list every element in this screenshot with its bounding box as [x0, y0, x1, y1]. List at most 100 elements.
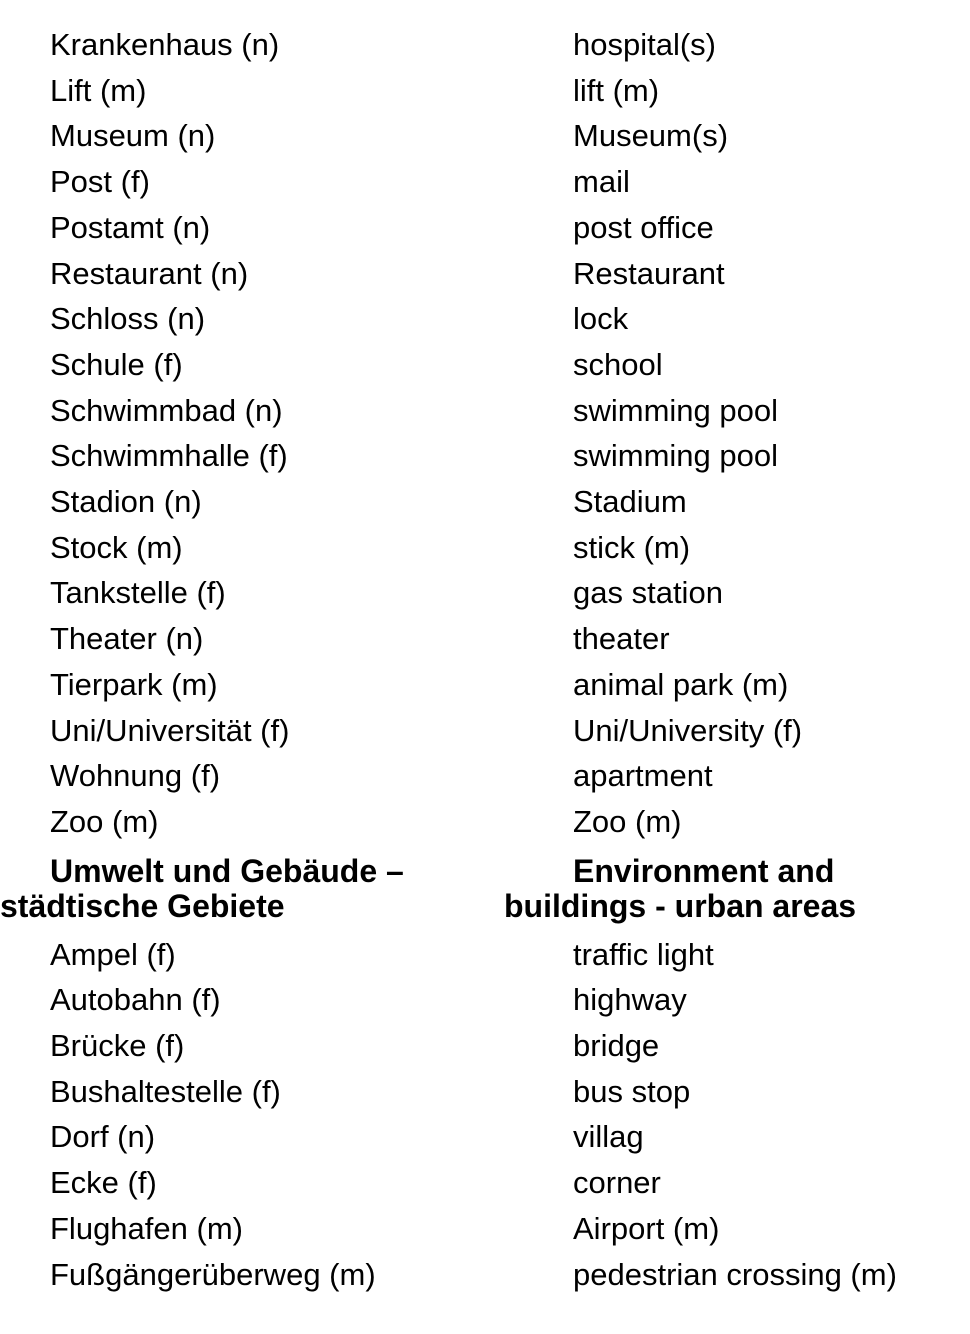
german-term: Theater (n) [50, 621, 204, 657]
english-cell: bus stop [504, 1069, 970, 1115]
german-cell: Schwimmbad (n) [0, 388, 504, 434]
vocabulary-row: Restaurant (n) Restaurant [0, 251, 970, 297]
vocabulary-row: Stadion (n) Stadium [0, 479, 970, 525]
vocabulary-row: Fußgängerüberweg (m) pedestrian crossing … [0, 1252, 970, 1298]
english-term: traffic light [573, 936, 714, 972]
english-term: animal park (m) [573, 666, 789, 702]
vocabulary-row: Schwimmbad (n) swimming pool [0, 388, 970, 434]
german-term: Dorf (n) [50, 1119, 156, 1155]
german-term: Tankstelle (f) [50, 575, 226, 611]
english-cell: highway [504, 977, 970, 1023]
german-cell: Dorf (n) [0, 1114, 504, 1160]
german-term: Brücke (f) [50, 1028, 185, 1064]
english-cell: Stadium [504, 479, 970, 525]
german-cell: Schloss (n) [0, 296, 504, 342]
german-term: Schwimmhalle (f) [50, 438, 288, 474]
german-cell: Krankenhaus (n) [0, 22, 504, 68]
english-term: Museum(s) [573, 118, 729, 154]
english-cell: lift (m) [504, 68, 970, 114]
vocabulary-row: Schwimmhalle (f) swimming pool [0, 433, 970, 479]
german-cell: Autobahn (f) [0, 977, 504, 1023]
english-term: Airport (m) [573, 1210, 720, 1246]
german-cell: Ecke (f) [0, 1160, 504, 1206]
vocabulary-row: Postamt (n) post office [0, 205, 970, 251]
german-term: Lift (m) [50, 72, 147, 108]
english-cell: swimming pool [504, 433, 970, 479]
vocabulary-row: Post (f) mail [0, 159, 970, 205]
vocabulary-page: Krankenhaus (n) hospital(s) Lift (m) lift (… [0, 0, 970, 1334]
german-cell: Schwimmhalle (f) [0, 433, 504, 479]
vocabulary-table-body: Krankenhaus (n) hospital(s) Lift (m) lift (… [0, 22, 970, 1297]
english-cell: Environment and buildings - urban areas [504, 845, 970, 932]
english-term: stick (m) [573, 529, 691, 565]
german-cell: Brücke (f) [0, 1023, 504, 1069]
vocabulary-row: Tierpark (m) animal park (m) [0, 662, 970, 708]
english-term: lock [573, 301, 629, 337]
german-term: Restaurant (n) [50, 255, 249, 291]
german-term: Bushaltestelle (f) [50, 1073, 281, 1109]
english-term: post office [573, 209, 714, 245]
english-term: Uni/University (f) [573, 712, 803, 748]
german-term: Post (f) [50, 164, 150, 200]
english-term: corner [573, 1165, 661, 1201]
english-cell: mail [504, 159, 970, 205]
german-term: Uni/Universität (f) [50, 712, 290, 748]
vocabulary-row: Autobahn (f) highway [0, 977, 970, 1023]
section-heading-english: Environment and buildings - urban areas [504, 852, 857, 924]
english-term: swimming pool [573, 438, 779, 474]
german-cell: Stock (m) [0, 525, 504, 571]
section-heading-row: Umwelt und Gebäude – städtische Gebiete E… [0, 845, 970, 932]
english-term: Stadium [573, 484, 687, 520]
vocabulary-row: Flughafen (m) Airport (m) [0, 1206, 970, 1252]
german-term: Ecke (f) [50, 1165, 157, 1201]
vocabulary-row: Krankenhaus (n) hospital(s) [0, 22, 970, 68]
english-term: bus stop [573, 1073, 691, 1109]
german-cell: Stadion (n) [0, 479, 504, 525]
german-cell: Museum (n) [0, 113, 504, 159]
vocabulary-row: Zoo (m) Zoo (m) [0, 799, 970, 845]
english-term: bridge [573, 1028, 660, 1064]
german-term: Ampel (f) [50, 936, 176, 972]
vocabulary-row: Bushaltestelle (f) bus stop [0, 1069, 970, 1115]
german-term: Stadion (n) [50, 484, 202, 520]
german-cell: Restaurant (n) [0, 251, 504, 297]
vocabulary-table: Krankenhaus (n) hospital(s) Lift (m) lift (… [0, 22, 970, 1297]
english-cell: animal park (m) [504, 662, 970, 708]
english-cell: villag [504, 1114, 970, 1160]
english-cell: post office [504, 205, 970, 251]
german-term: Autobahn (f) [50, 982, 221, 1018]
english-cell: bridge [504, 1023, 970, 1069]
german-term: Museum (n) [50, 118, 216, 154]
english-cell: Uni/University (f) [504, 708, 970, 754]
vocabulary-row: Lift (m) lift (m) [0, 68, 970, 114]
german-cell: Ampel (f) [0, 932, 504, 978]
english-cell: Museum(s) [504, 113, 970, 159]
vocabulary-row: Theater (n) theater [0, 616, 970, 662]
english-cell: Zoo (m) [504, 799, 970, 845]
english-cell: apartment [504, 753, 970, 799]
german-cell: Tierpark (m) [0, 662, 504, 708]
german-cell: Post (f) [0, 159, 504, 205]
german-cell: Lift (m) [0, 68, 504, 114]
english-cell: Airport (m) [504, 1206, 970, 1252]
vocabulary-row: Tankstelle (f) gas station [0, 570, 970, 616]
english-term: apartment [573, 758, 713, 794]
vocabulary-row: Dorf (n) villag [0, 1114, 970, 1160]
english-term: highway [573, 982, 687, 1018]
english-cell: traffic light [504, 932, 970, 978]
english-term: mail [573, 164, 630, 200]
german-cell: Zoo (m) [0, 799, 504, 845]
english-cell: swimming pool [504, 388, 970, 434]
german-term: Postamt (n) [50, 209, 211, 245]
german-term: Fußgängerüberweg (m) [50, 1256, 376, 1292]
german-term: Schloss (n) [50, 301, 206, 337]
vocabulary-row: Schule (f) school [0, 342, 970, 388]
english-cell: theater [504, 616, 970, 662]
english-cell: pedestrian crossing (m) [504, 1252, 970, 1298]
german-term: Wohnung (f) [50, 758, 221, 794]
vocabulary-row: Brücke (f) bridge [0, 1023, 970, 1069]
english-term: school [573, 346, 663, 382]
german-cell: Bushaltestelle (f) [0, 1069, 504, 1115]
english-cell: stick (m) [504, 525, 970, 571]
english-term: gas station [573, 575, 723, 611]
